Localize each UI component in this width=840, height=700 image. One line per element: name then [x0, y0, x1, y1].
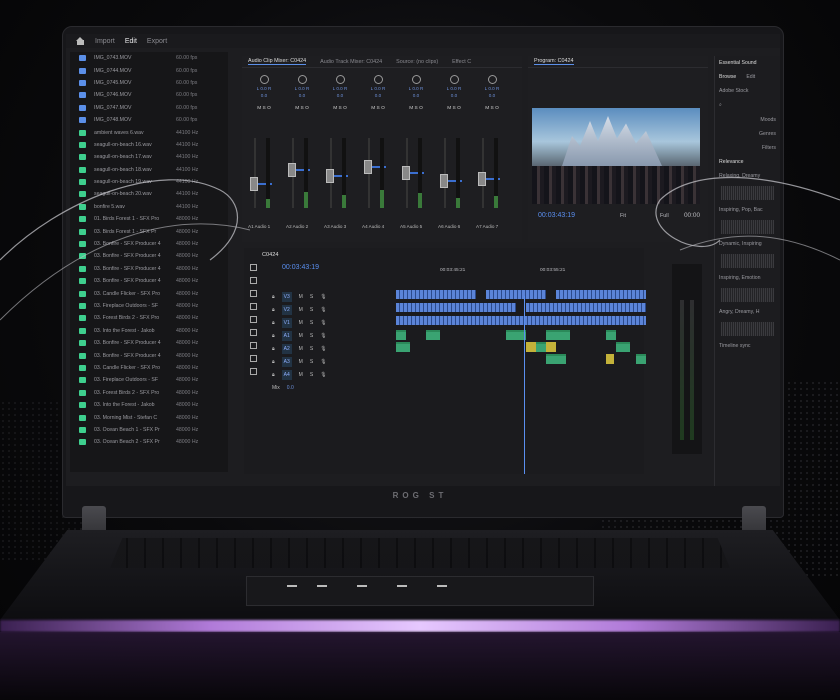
decorative-cables [0, 176, 840, 321]
